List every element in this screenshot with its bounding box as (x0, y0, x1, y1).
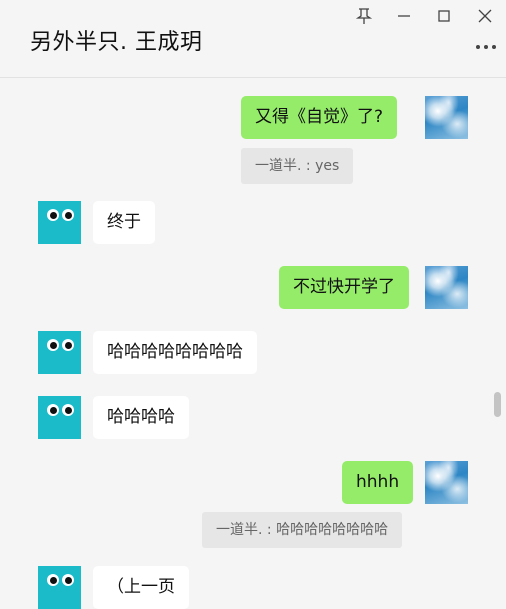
contact-avatar[interactable] (38, 566, 81, 609)
contact-avatar[interactable] (38, 331, 81, 374)
incoming-message[interactable]: 终于 (93, 201, 155, 244)
my-avatar[interactable] (425, 96, 468, 139)
pin-button[interactable] (350, 4, 378, 28)
quoted-reply[interactable]: 一道半. : yes (241, 148, 354, 184)
title-bar: 另外半只. 王成玥 (0, 0, 506, 78)
outgoing-message[interactable]: 又得《自觉》了? (241, 96, 398, 139)
close-button[interactable] (471, 4, 499, 28)
contact-avatar[interactable] (38, 396, 81, 439)
maximize-button[interactable] (430, 4, 458, 28)
outgoing-message[interactable]: 不过快开学了 (279, 266, 409, 309)
scrollbar-thumb[interactable] (494, 392, 501, 417)
my-avatar[interactable] (425, 461, 468, 504)
incoming-message[interactable]: 哈哈哈哈哈哈哈哈 (93, 331, 257, 374)
chat-title: 另外半只. 王成玥 (30, 30, 203, 55)
incoming-message[interactable]: 哈哈哈哈 (93, 396, 189, 439)
my-avatar[interactable] (425, 266, 468, 309)
outgoing-message[interactable]: hhhh (342, 461, 414, 504)
incoming-message[interactable]: （上一页 (93, 566, 189, 609)
more-button[interactable] (473, 38, 499, 56)
minimize-button[interactable] (390, 4, 418, 28)
contact-avatar[interactable] (38, 201, 81, 244)
quoted-reply[interactable]: 一道半. : 哈哈哈哈哈哈哈哈 (202, 512, 403, 548)
